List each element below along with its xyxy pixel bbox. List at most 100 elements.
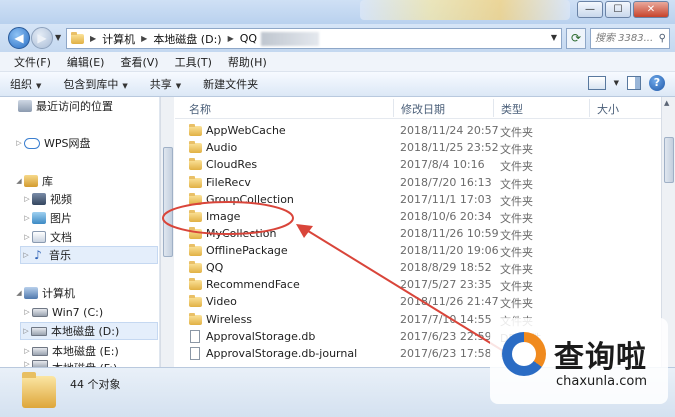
file-row[interactable]: OfflinePackage 2018/11/20 19:06 文件夹: [175, 243, 661, 260]
file-row[interactable]: MyCollection 2018/11/26 10:59 文件夹: [175, 226, 661, 243]
view-dropdown-icon[interactable]: ▼: [614, 79, 619, 87]
include-in-library-button[interactable]: 包含到库中 ▼: [63, 76, 127, 92]
expand-arrow-icon[interactable]: ▷: [22, 214, 32, 222]
column-divider[interactable]: [393, 99, 394, 117]
menu-edit[interactable]: 编辑(E): [67, 54, 105, 70]
file-row[interactable]: CloudRes 2017/8/4 10:16 文件夹: [175, 157, 661, 174]
folder-icon: [189, 227, 202, 239]
file-name: AppWebCache: [206, 124, 286, 137]
new-folder-button[interactable]: 新建文件夹: [203, 76, 258, 92]
breadcrumb-qq[interactable]: QQ: [240, 32, 257, 45]
file-row[interactable]: QQ 2018/8/29 18:52 文件夹: [175, 260, 661, 277]
collapse-arrow-icon[interactable]: ◢: [14, 177, 24, 185]
address-dropdown-icon[interactable]: ▼: [551, 33, 557, 42]
folder-icon: [189, 124, 202, 136]
menu-view[interactable]: 查看(V): [120, 54, 158, 70]
file-row[interactable]: GroupCollection 2017/11/1 17:03 文件夹: [175, 192, 661, 209]
column-name[interactable]: 名称: [189, 101, 211, 117]
collapse-arrow-icon[interactable]: ◢: [14, 289, 24, 297]
search-input[interactable]: 搜索 3383... ⚲: [590, 28, 670, 49]
chevron-down-icon: ▼: [36, 82, 42, 90]
column-divider[interactable]: [589, 99, 590, 117]
sidebar-item-pictures[interactable]: ▷ 图片: [22, 209, 72, 227]
item-count: 44 个对象: [70, 378, 121, 391]
file-row[interactable]: FileRecv 2018/7/20 16:13 文件夹: [175, 175, 661, 192]
organize-label: 组织: [10, 78, 32, 91]
forward-button[interactable]: ▶: [31, 27, 53, 49]
sidebar-item-libraries[interactable]: ◢ 库: [14, 172, 53, 190]
chevron-right-icon[interactable]: ▶: [90, 34, 96, 43]
navigation-scrollbar[interactable]: [160, 97, 174, 367]
file-icon: [190, 330, 200, 343]
expand-arrow-icon[interactable]: ▷: [22, 195, 32, 203]
file-date: 2018/11/26 21:47: [400, 295, 499, 308]
column-header: 名称 修改日期 类型 大小: [175, 97, 661, 119]
help-icon[interactable]: ?: [649, 75, 665, 91]
breadcrumb-drive-d[interactable]: 本地磁盘 (D:): [153, 31, 221, 47]
menu-file[interactable]: 文件(F): [14, 54, 51, 70]
sidebar-item-drive-d[interactable]: ▷ 本地磁盘 (D:): [20, 322, 158, 340]
column-type[interactable]: 类型: [501, 101, 523, 117]
column-date[interactable]: 修改日期: [401, 101, 445, 117]
file-list-scrollbar-thumb[interactable]: [664, 137, 674, 183]
refresh-button[interactable]: ⟳: [566, 28, 586, 49]
expand-arrow-icon[interactable]: ▷: [22, 233, 32, 241]
scroll-up-icon[interactable]: ▲: [664, 99, 669, 107]
minimize-button[interactable]: —: [577, 1, 603, 18]
organize-button[interactable]: 组织 ▼: [10, 76, 41, 92]
file-name: MyCollection: [206, 227, 277, 240]
menu-help[interactable]: 帮助(H): [228, 54, 267, 70]
sidebar-item-label: 文档: [50, 231, 72, 244]
sidebar-item-documents[interactable]: ▷ 文档: [22, 228, 72, 246]
expand-arrow-icon[interactable]: ▷: [14, 139, 24, 147]
breadcrumb-computer[interactable]: 计算机: [102, 31, 135, 47]
back-button[interactable]: ◀: [8, 27, 30, 49]
large-folder-icon: [22, 372, 56, 408]
file-date: 2018/11/25 23:52: [400, 141, 499, 154]
sidebar-item-label: 音乐: [49, 249, 71, 262]
navigation-scrollbar-thumb[interactable]: [163, 147, 173, 257]
watermark-en: chaxunla.com: [556, 374, 647, 389]
sidebar-item-drive-e[interactable]: ▷ 本地磁盘 (E:): [22, 342, 118, 360]
file-name: ApprovalStorage.db-journal: [206, 347, 358, 360]
file-row-image[interactable]: Image 2018/10/6 20:34 文件夹: [175, 209, 661, 226]
maximize-button[interactable]: ☐: [605, 1, 631, 18]
close-button[interactable]: ✕: [633, 1, 669, 18]
sidebar-item-computer[interactable]: ◢ 计算机: [14, 284, 75, 302]
expand-arrow-icon[interactable]: ▷: [22, 347, 32, 355]
file-row[interactable]: Audio 2018/11/25 23:52 文件夹: [175, 140, 661, 157]
file-row[interactable]: RecommendFace 2017/5/27 23:35 文件夹: [175, 277, 661, 294]
sidebar-item-videos[interactable]: ▷ 视频: [22, 190, 72, 208]
recent-pages-dropdown[interactable]: ▼: [55, 33, 61, 42]
sidebar-item-recent[interactable]: 最近访问的位置: [18, 97, 113, 115]
folder-icon: [189, 278, 202, 290]
file-name: QQ: [206, 261, 224, 274]
sidebar-item-music[interactable]: ▷ ♪ 音乐: [20, 246, 158, 264]
expand-arrow-icon[interactable]: ▷: [22, 308, 32, 316]
file-row[interactable]: AppWebCache 2018/11/24 20:57 文件夹: [175, 123, 661, 140]
file-date: 2017/6/23 22:59: [400, 330, 492, 343]
share-button[interactable]: 共享 ▼: [150, 76, 181, 92]
menu-tools[interactable]: 工具(T): [175, 54, 212, 70]
watermark-cn: 查询啦: [554, 340, 647, 375]
preview-pane-icon[interactable]: [627, 76, 641, 90]
column-size[interactable]: 大小: [597, 101, 619, 117]
share-label: 共享: [149, 78, 172, 91]
file-type: 文件夹: [500, 263, 533, 276]
chevron-right-icon[interactable]: ▶: [228, 34, 234, 43]
expand-arrow-icon[interactable]: ▷: [21, 251, 31, 259]
expand-arrow-icon[interactable]: ▷: [21, 327, 31, 335]
sidebar-item-wps[interactable]: ▷ WPS网盘: [14, 134, 90, 152]
sidebar-item-label: 计算机: [42, 287, 75, 300]
picture-icon: [32, 212, 46, 224]
column-divider[interactable]: [493, 99, 494, 117]
file-icon: [190, 347, 200, 360]
chevron-right-icon[interactable]: ▶: [141, 34, 147, 43]
watermark: 查询啦 chaxunla.com: [490, 318, 668, 404]
sidebar-item-drive-c[interactable]: ▷ Win7 (C:): [22, 303, 103, 321]
file-row[interactable]: Video 2018/11/26 21:47 文件夹: [175, 294, 661, 311]
search-icon[interactable]: ⚲: [659, 29, 666, 48]
sidebar-item-label: 视频: [50, 193, 72, 206]
view-mode-icon[interactable]: [587, 76, 606, 90]
address-bar[interactable]: ▶ 计算机 ▶ 本地磁盘 (D:) ▶ QQ ▼: [66, 28, 562, 49]
